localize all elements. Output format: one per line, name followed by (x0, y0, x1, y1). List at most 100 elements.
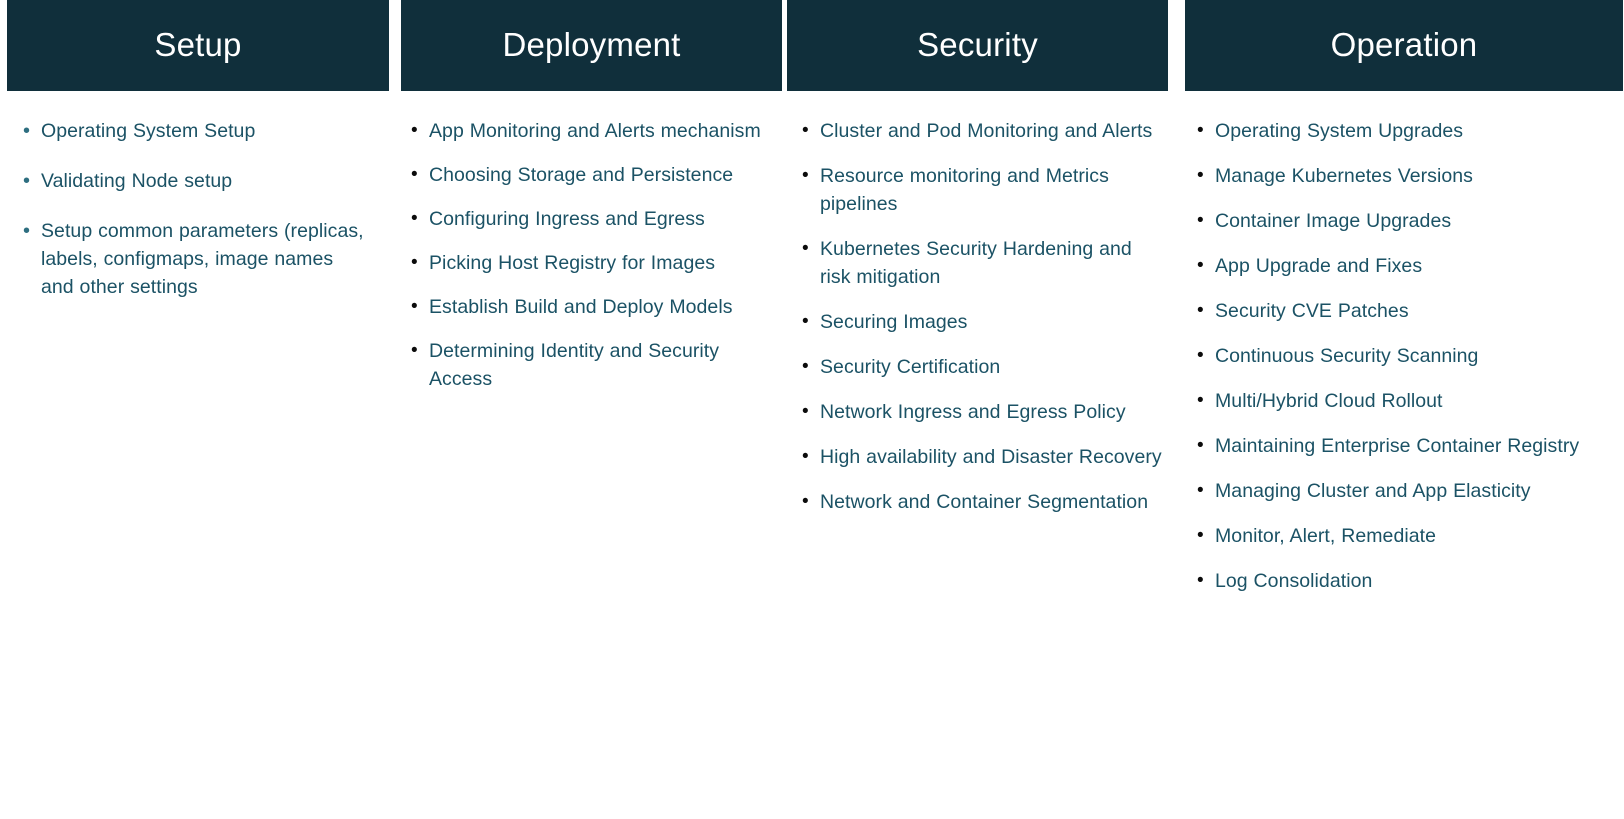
phase-list-deployment: • App Monitoring and Alerts mechanism • … (401, 117, 787, 393)
list-item: • Manage Kubernetes Versions (1197, 162, 1604, 190)
bullet-icon: • (1197, 120, 1204, 141)
phase-list-operation: • Operating System Upgrades • Manage Kub… (1185, 117, 1624, 595)
bullet-icon: • (802, 356, 809, 377)
bullet-icon: • (23, 220, 31, 242)
bullet-icon: • (1197, 435, 1204, 456)
list-item-label: Picking Host Registry for Images (429, 252, 716, 274)
list-item-label: Security CVE Patches (1215, 300, 1409, 322)
list-item: • Multi/Hybrid Cloud Rollout (1197, 387, 1604, 415)
list-item: • Monitor, Alert, Remediate (1197, 522, 1604, 550)
bullet-icon: • (411, 120, 418, 141)
list-item-label: App Upgrade and Fixes (1215, 255, 1423, 277)
list-item-label: Operating System Upgrades (1215, 120, 1464, 142)
list-item-label: Resource monitoring and Metrics pipeline… (820, 165, 1109, 215)
list-item-label: Network and Container Segmentation (820, 491, 1149, 513)
list-item: • Log Consolidation (1197, 567, 1604, 595)
list-item: • Choosing Storage and Persistence (411, 161, 769, 189)
bullet-icon: • (411, 252, 418, 273)
bullet-icon: • (802, 311, 809, 332)
bullet-icon: • (1197, 345, 1204, 366)
list-item: • Cluster and Pod Monitoring and Alerts (802, 117, 1167, 145)
list-item: • Picking Host Registry for Images (411, 249, 769, 277)
bullet-icon: • (802, 165, 809, 186)
bullet-icon: • (23, 120, 31, 142)
list-item: • Setup common parameters (replicas, lab… (23, 217, 366, 301)
list-item-label: Managing Cluster and App Elasticity (1215, 480, 1531, 502)
list-item: • App Monitoring and Alerts mechanism (411, 117, 769, 145)
list-item-label: Securing Images (820, 311, 968, 333)
list-item: • Container Image Upgrades (1197, 207, 1604, 235)
bullet-icon: • (411, 208, 418, 229)
bullet-icon: • (23, 170, 31, 192)
phase-title-operation: Operation (1330, 26, 1478, 63)
bullet-icon: • (802, 491, 809, 512)
phase-list-setup: • Operating System Setup • Validating No… (7, 117, 396, 301)
list-item-label: Log Consolidation (1215, 570, 1373, 592)
phase-column-security: Security • Cluster and Pod Monitoring an… (787, 0, 1177, 819)
phase-column-deployment: Deployment • App Monitoring and Alerts m… (396, 0, 787, 819)
list-item: • Continuous Security Scanning (1197, 342, 1604, 370)
list-item-label: Continuous Security Scanning (1215, 345, 1479, 367)
bullet-icon: • (1197, 165, 1204, 186)
list-item-label: Cluster and Pod Monitoring and Alerts (820, 120, 1153, 142)
bullet-icon: • (802, 401, 809, 422)
phase-title-setup: Setup (154, 26, 242, 63)
phase-title-security: Security (917, 26, 1038, 63)
list-item-label: Maintaining Enterprise Container Registr… (1215, 435, 1580, 457)
list-item: • Security CVE Patches (1197, 297, 1604, 325)
phase-title-deployment: Deployment (502, 26, 681, 63)
list-item-label: Configuring Ingress and Egress (429, 208, 705, 230)
list-item-label: Multi/Hybrid Cloud Rollout (1215, 390, 1443, 412)
list-item: • Operating System Setup (23, 117, 366, 145)
list-item-label: Operating System Setup (41, 120, 256, 142)
phase-column-setup: Setup • Operating System Setup • Validat… (0, 0, 396, 819)
list-item: • Network Ingress and Egress Policy (802, 398, 1167, 426)
list-item: • Maintaining Enterprise Container Regis… (1197, 432, 1604, 460)
list-item-label: Manage Kubernetes Versions (1215, 165, 1473, 187)
list-item: • Determining Identity and Security Acce… (411, 337, 769, 393)
list-item: • Managing Cluster and App Elasticity (1197, 477, 1604, 505)
list-item: • Network and Container Segmentation (802, 488, 1167, 516)
list-item: • Operating System Upgrades (1197, 117, 1604, 145)
bullet-icon: • (1197, 480, 1204, 501)
bullet-icon: • (1197, 525, 1204, 546)
bullet-icon: • (411, 164, 418, 185)
list-item: • High availability and Disaster Recover… (802, 443, 1167, 471)
bullet-icon: • (1197, 390, 1204, 411)
phase-column-operation: Operation • Operating System Upgrades • … (1177, 0, 1624, 819)
list-item: • Validating Node setup (23, 167, 366, 195)
list-item: • Security Certification (802, 353, 1167, 381)
list-item-label: Monitor, Alert, Remediate (1215, 525, 1436, 547)
list-item: • Kubernetes Security Hardening and risk… (802, 235, 1167, 291)
bullet-icon: • (1197, 255, 1204, 276)
list-item: • Securing Images (802, 308, 1167, 336)
list-item: • Establish Build and Deploy Models (411, 293, 769, 321)
bullet-icon: • (1197, 570, 1204, 591)
list-item-label: Validating Node setup (41, 170, 233, 192)
list-item: • Resource monitoring and Metrics pipeli… (802, 162, 1167, 218)
phase-header-operation: Operation (1185, 0, 1623, 91)
list-item-label: Establish Build and Deploy Models (429, 296, 733, 318)
lifecycle-phases-board: Setup • Operating System Setup • Validat… (0, 0, 1624, 819)
list-item-label: Kubernetes Security Hardening and risk m… (820, 238, 1132, 288)
bullet-icon: • (802, 120, 809, 141)
list-item-label: Network Ingress and Egress Policy (820, 401, 1126, 423)
list-item-label: App Monitoring and Alerts mechanism (429, 120, 761, 142)
list-item-label: Setup common parameters (replicas, label… (41, 220, 364, 298)
list-item-label: Container Image Upgrades (1215, 210, 1452, 232)
phase-header-security: Security (787, 0, 1168, 91)
phase-columns: Setup • Operating System Setup • Validat… (0, 0, 1624, 819)
list-item: • Configuring Ingress and Egress (411, 205, 769, 233)
bullet-icon: • (802, 446, 809, 467)
phase-list-security: • Cluster and Pod Monitoring and Alerts … (787, 117, 1177, 516)
bullet-icon: • (411, 296, 418, 317)
bullet-icon: • (1197, 210, 1204, 231)
list-item-label: Determining Identity and Security Access (429, 340, 720, 390)
bullet-icon: • (411, 340, 418, 361)
list-item-label: Choosing Storage and Persistence (429, 164, 734, 186)
list-item-label: Security Certification (820, 356, 1001, 378)
bullet-icon: • (1197, 300, 1204, 321)
list-item: • App Upgrade and Fixes (1197, 252, 1604, 280)
list-item-label: High availability and Disaster Recovery (820, 446, 1162, 468)
phase-header-deployment: Deployment (401, 0, 782, 91)
